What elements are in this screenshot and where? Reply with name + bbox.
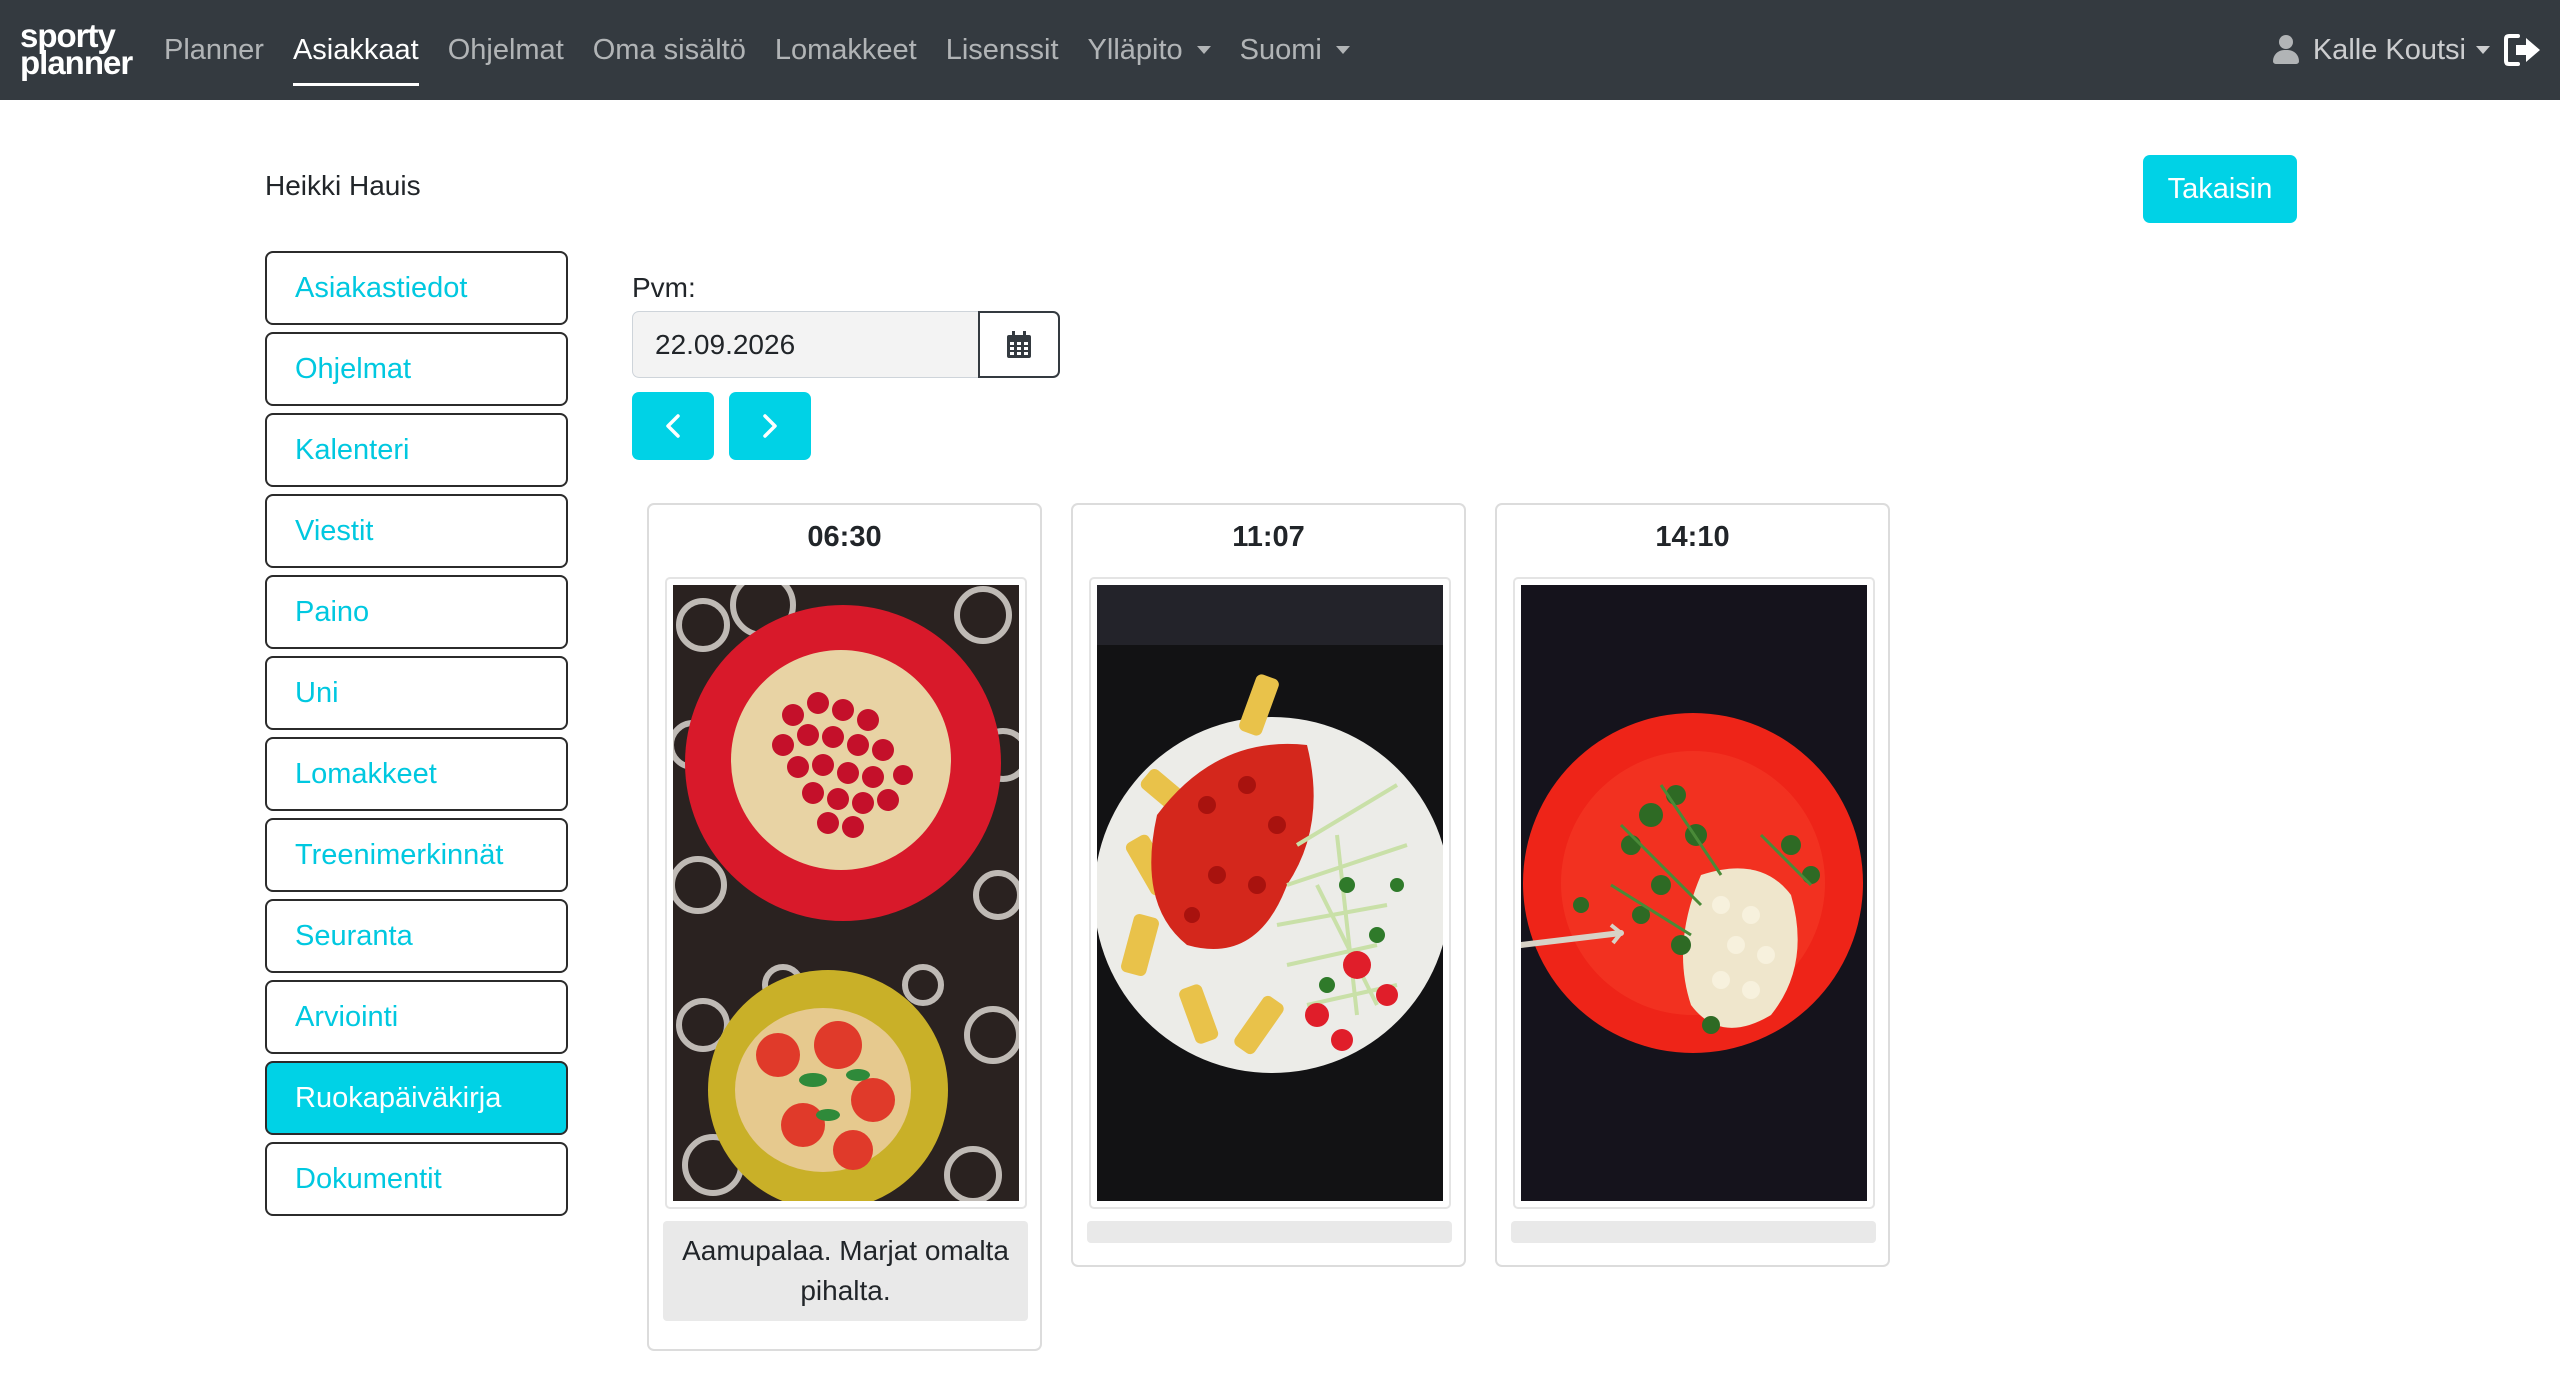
- food-photo[interactable]: [665, 577, 1027, 1209]
- date-label: Pvm:: [632, 272, 696, 303]
- previous-day-button[interactable]: [632, 392, 714, 460]
- entry-time: 14:10: [1655, 521, 1730, 553]
- nav-item-ohjelmat[interactable]: Ohjelmat: [448, 0, 564, 100]
- logo-line-2: planner: [20, 44, 133, 81]
- sidebar-item-lomakkeet[interactable]: Lomakkeet: [265, 737, 568, 811]
- date-input[interactable]: 22.09.2026: [632, 311, 980, 378]
- calendar-button[interactable]: [978, 311, 1060, 378]
- logout-icon[interactable]: [2504, 33, 2542, 67]
- user-icon: [2272, 35, 2299, 65]
- top-navbar: sporty planner Planner Asiakkaat Ohjelma…: [0, 0, 2560, 100]
- sidebar-item-kalenteri[interactable]: Kalenteri: [265, 413, 568, 487]
- chevron-down-icon: [1196, 46, 1211, 54]
- nav-item-language-dropdown[interactable]: Suomi: [1240, 0, 1350, 100]
- meal-photo-image: [1521, 585, 1867, 1201]
- sidebar-item-ohjelmat[interactable]: Ohjelmat: [265, 332, 568, 406]
- nav-item-oma-sisalto[interactable]: Oma sisältö: [593, 0, 746, 100]
- sidebar-item-seuranta[interactable]: Seuranta: [265, 899, 568, 973]
- food-entry-card[interactable]: 06:30 Aamupalaa. Marjat omalta pihalta.: [647, 503, 1042, 1351]
- back-button[interactable]: Takaisin: [2143, 155, 2297, 223]
- food-entry-card[interactable]: 14:10: [1495, 503, 1890, 1267]
- chevron-left-icon: [666, 414, 680, 438]
- nav-item-planner[interactable]: Planner: [164, 0, 264, 100]
- entry-time: 11:07: [1232, 521, 1305, 553]
- nav-item-yllapito-label: Ylläpito: [1087, 33, 1183, 66]
- chevron-right-icon: [763, 414, 777, 438]
- entry-time: 06:30: [807, 521, 882, 553]
- user-name: Kalle Koutsi: [2312, 33, 2466, 66]
- nav-item-asiakkaat[interactable]: Asiakkaat: [292, 0, 419, 100]
- food-photo[interactable]: [1513, 577, 1875, 1209]
- user-area: Kalle Koutsi: [2272, 0, 2542, 100]
- nav-item-lomakkeet[interactable]: Lomakkeet: [775, 0, 917, 100]
- sidebar-item-treenimerkinnat[interactable]: Treenimerkinnät: [265, 818, 568, 892]
- sidebar-item-ruokapaivakirja[interactable]: Ruokapäiväkirja: [265, 1061, 568, 1135]
- calendar-icon: [1007, 330, 1031, 358]
- user-menu-dropdown[interactable]: Kalle Koutsi: [2313, 34, 2490, 67]
- entry-note: [1087, 1221, 1452, 1243]
- chevron-down-icon: [1335, 46, 1350, 54]
- nav-item-yllapito-dropdown[interactable]: Ylläpito: [1088, 0, 1211, 100]
- sidebar-item-paino[interactable]: Paino: [265, 575, 568, 649]
- client-sidebar: Asiakastiedot Ohjelmat Kalenteri Viestit…: [265, 251, 568, 1223]
- lunch-photo-image: [1097, 585, 1443, 1201]
- breakfast-photo-image: [673, 585, 1019, 1201]
- nav-item-lisenssit[interactable]: Lisenssit: [946, 0, 1059, 100]
- food-entry-card[interactable]: 11:07: [1071, 503, 1466, 1267]
- main-nav: Planner Asiakkaat Ohjelmat Oma sisältö L…: [164, 0, 1379, 100]
- client-name: Heikki Hauis: [265, 170, 421, 201]
- sidebar-item-uni[interactable]: Uni: [265, 656, 568, 730]
- sidebar-item-arviointi[interactable]: Arviointi: [265, 980, 568, 1054]
- chevron-down-icon: [2476, 46, 2490, 54]
- entry-note: [1511, 1221, 1876, 1243]
- entry-note: Aamupalaa. Marjat omalta pihalta.: [663, 1221, 1028, 1321]
- sidebar-item-viestit[interactable]: Viestit: [265, 494, 568, 568]
- sidebar-item-asiakastiedot[interactable]: Asiakastiedot: [265, 251, 568, 325]
- sidebar-item-dokumentit[interactable]: Dokumentit: [265, 1142, 568, 1216]
- next-day-button[interactable]: [729, 392, 811, 460]
- food-photo[interactable]: [1089, 577, 1451, 1209]
- nav-item-language-label: Suomi: [1239, 33, 1322, 66]
- sportyplanner-logo[interactable]: sporty planner: [20, 19, 133, 81]
